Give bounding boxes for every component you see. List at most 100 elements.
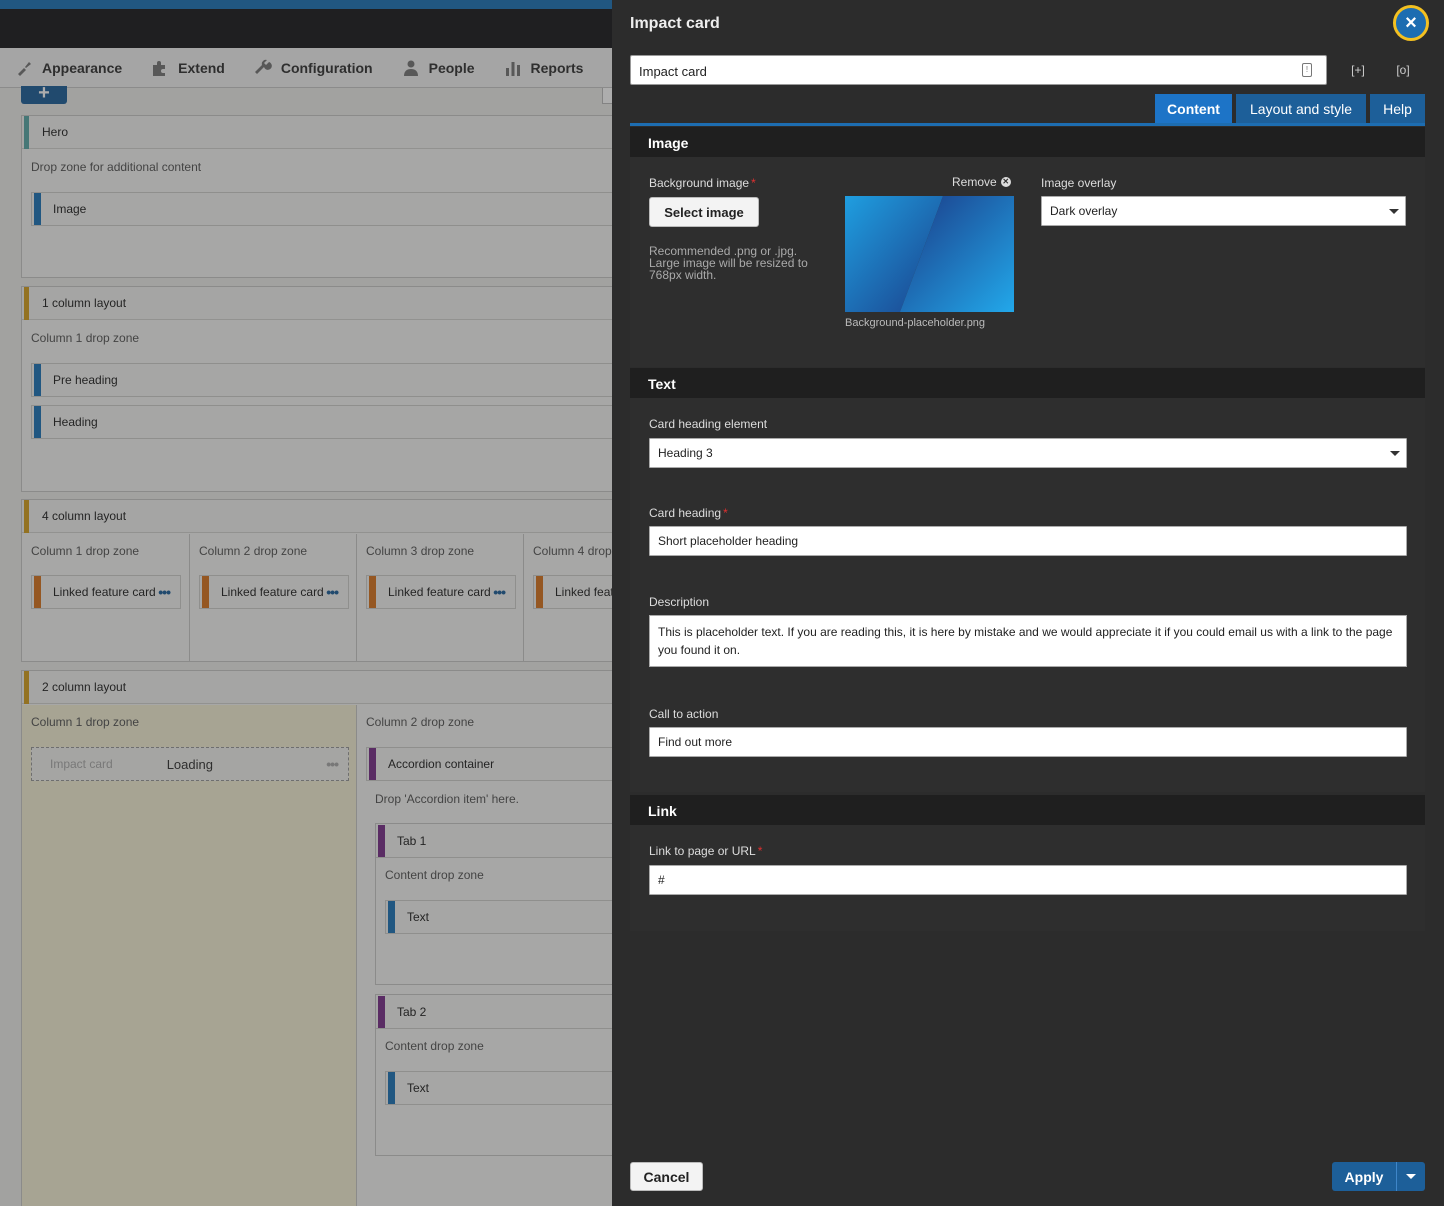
input-value: Short placeholder heading: [658, 534, 799, 548]
dropzone-label: Drop 'Accordion item' here.: [375, 792, 519, 806]
menu-appearance[interactable]: Appearance: [14, 58, 122, 78]
info-icon[interactable]: !: [1302, 63, 1312, 77]
more-icon[interactable]: •••: [158, 584, 171, 600]
layout-bar: [24, 670, 29, 704]
close-button[interactable]: ×: [1393, 5, 1429, 41]
people-icon: [401, 58, 421, 78]
element-bar: [369, 576, 376, 608]
element-text[interactable]: Text: [385, 1071, 612, 1105]
accordion-tab-2[interactable]: Tab 2 Content drop zone Text: [375, 994, 612, 1156]
image-overlay-select[interactable]: Dark overlay: [1041, 196, 1406, 226]
impact-card-placeholder[interactable]: Impact card Loading •••: [31, 747, 349, 781]
column-1: Column 1 drop zone Impact card Loading •…: [22, 705, 357, 1206]
column-2: Column 2 drop zone Linked feature card ••…: [190, 534, 357, 662]
element-accordion-container[interactable]: Accordion container: [366, 747, 612, 781]
description-textarea[interactable]: This is placeholder text. If you are rea…: [649, 615, 1407, 667]
dropzone-label: Content drop zone: [385, 1039, 484, 1053]
dropzone-label: Column 2 drop zone: [199, 544, 308, 558]
column-2: Column 2 drop zone Accordion container D…: [357, 705, 612, 1206]
card-heading-element-select[interactable]: Heading 3: [649, 438, 1407, 468]
dropzone-label: Drop zone for additional content: [31, 160, 202, 174]
tab-header[interactable]: Tab 2: [376, 995, 612, 1029]
element-label: Linked feature card: [388, 585, 491, 599]
tab-help[interactable]: Help: [1370, 94, 1425, 123]
dropzone-label: Content drop zone: [385, 868, 484, 882]
element-bar: [388, 901, 395, 933]
component-title: 2 column layout: [42, 680, 127, 694]
element-text[interactable]: Text: [385, 900, 612, 934]
link-input[interactable]: #: [649, 865, 1407, 895]
label-text: Background image: [649, 176, 750, 190]
hero-bar: [24, 115, 29, 149]
component-header[interactable]: Hero: [22, 115, 612, 149]
menu-label: Extend: [178, 59, 225, 76]
section-heading: Text: [630, 368, 1425, 398]
expand-icon[interactable]: [+]: [1348, 60, 1368, 80]
more-icon[interactable]: •••: [493, 584, 506, 600]
link-label: Link to page or URL *: [649, 844, 762, 858]
element-label: Text: [407, 910, 430, 924]
select-image-button[interactable]: Select image: [649, 197, 759, 227]
tab-layout-and-style[interactable]: Layout and style: [1236, 94, 1366, 123]
element-pre-heading[interactable]: Pre heading: [31, 363, 612, 397]
image-overlay-label: Image overlay: [1041, 176, 1117, 190]
menu-reports[interactable]: Reports: [503, 58, 583, 78]
element-linked-feature-card[interactable]: Linked feature card •••: [366, 575, 516, 609]
remove-label: Remove: [952, 175, 997, 189]
element-linked-feature-card[interactable]: Linked feature card •••: [31, 575, 181, 609]
menu-people[interactable]: People: [401, 58, 475, 78]
component-name-input[interactable]: Impact card !: [630, 55, 1327, 85]
column-3: Column 3 drop zone Linked feature card ••…: [357, 534, 524, 662]
menu-label: Appearance: [42, 59, 123, 76]
element-bar: [536, 576, 543, 608]
remove-icon: ✕: [1000, 177, 1011, 187]
image-help-text: Recommended .png or .jpg. Large image wi…: [649, 244, 808, 282]
call-to-action-input[interactable]: Find out more: [649, 727, 1407, 757]
component-header[interactable]: 2 column layout: [22, 670, 612, 704]
bar-chart-icon: [503, 58, 523, 78]
element-heading[interactable]: Heading: [31, 405, 612, 439]
admin-menu: Appearance Extend Configuration People R…: [0, 48, 612, 88]
link-section: Link Link to page or URL * #: [630, 795, 1425, 931]
hero-component[interactable]: Hero Drop zone for additional content Im…: [21, 115, 612, 278]
section-heading: Link: [630, 795, 1425, 825]
preview-icon[interactable]: [o]: [1393, 60, 1413, 80]
apply-dropdown-toggle[interactable]: [1396, 1162, 1425, 1191]
more-icon[interactable]: •••: [326, 756, 339, 772]
element-linked-feature-card[interactable]: Linked featu: [533, 575, 612, 609]
remove-image-button[interactable]: Remove ✕: [952, 175, 1011, 189]
element-image[interactable]: Image: [31, 192, 612, 226]
select-value: Heading 3: [658, 446, 713, 460]
accordion-tab-1[interactable]: Tab 1 Content drop zone Text: [375, 823, 612, 985]
image-section: Image Background image * Select image Rec…: [630, 127, 1425, 367]
one-column-layout[interactable]: 1 column layout Column 1 drop zone Pre h…: [21, 286, 612, 492]
component-header[interactable]: 4 column layout: [22, 499, 612, 533]
chevron-down-icon: [1406, 1174, 1416, 1179]
menu-extend[interactable]: Extend: [150, 58, 225, 78]
four-column-layout[interactable]: 4 column layout Column 1 drop zone Linke…: [21, 499, 612, 662]
toolbar-stub: [602, 88, 612, 104]
add-section-button[interactable]: +: [21, 83, 67, 104]
element-label: Pre heading: [53, 373, 118, 387]
element-label: Linked feature card: [53, 585, 156, 599]
element-label: Linked feature card: [221, 585, 324, 599]
apply-button[interactable]: Apply: [1332, 1162, 1425, 1191]
element-bar: [202, 576, 209, 608]
required-marker: *: [751, 176, 756, 190]
tab-content[interactable]: Content: [1155, 94, 1232, 123]
element-linked-feature-card[interactable]: Linked feature card •••: [199, 575, 349, 609]
cancel-button[interactable]: Cancel: [630, 1162, 703, 1191]
menu-configuration[interactable]: Configuration: [253, 58, 373, 78]
panel-tabs: Content Layout and style Help: [630, 94, 1425, 126]
element-bar: [34, 364, 41, 396]
card-heading-input[interactable]: Short placeholder heading: [649, 526, 1407, 556]
component-header[interactable]: 1 column layout: [22, 286, 612, 320]
description-label: Description: [649, 595, 710, 609]
tab-header[interactable]: Tab 1: [376, 824, 612, 858]
dropzone-label: Column 1 drop zone: [31, 715, 140, 729]
element-label: Heading: [53, 415, 98, 429]
menu-label: Configuration: [280, 59, 373, 76]
element-bar: [34, 576, 41, 608]
more-icon[interactable]: •••: [326, 584, 339, 600]
two-column-layout[interactable]: 2 column layout Column 1 drop zone Impac…: [21, 670, 612, 1206]
